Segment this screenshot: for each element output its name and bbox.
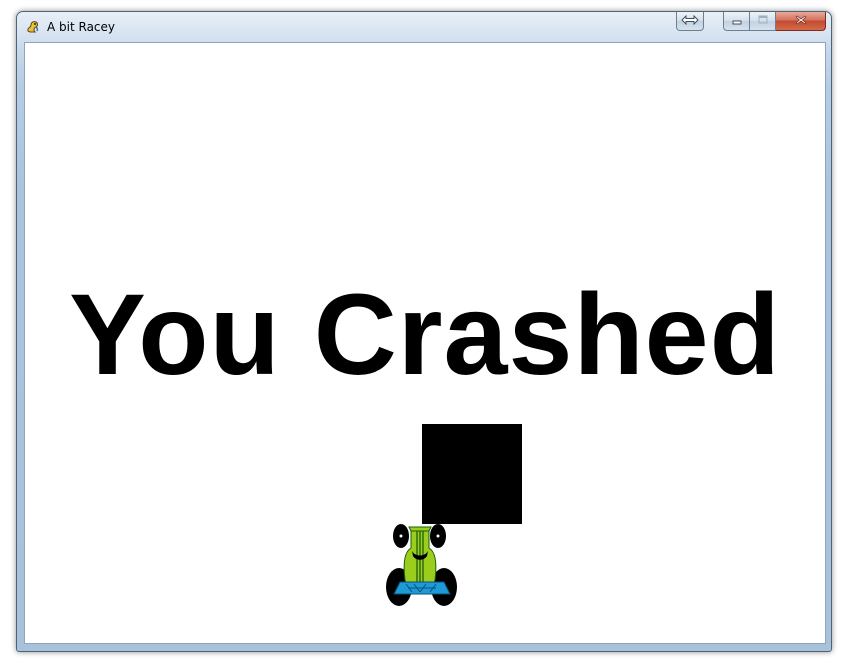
switch-window-button[interactable] [676, 12, 704, 31]
maximize-icon [758, 12, 768, 30]
close-icon [795, 12, 807, 30]
minimize-button[interactable] [723, 12, 750, 31]
crash-message: You Crashed [69, 271, 781, 399]
minimize-icon [732, 12, 742, 30]
close-button[interactable] [776, 12, 826, 31]
player-car [384, 522, 460, 608]
game-window: A bit Racey You Crashed [16, 11, 832, 652]
pygame-snake-icon[interactable] [25, 18, 41, 34]
title-bar[interactable]: A bit Racey [17, 12, 831, 42]
game-canvas[interactable]: You Crashed [24, 42, 826, 644]
double-arrow-icon [681, 12, 699, 30]
obstacle-block [422, 424, 522, 524]
maximize-button[interactable] [750, 12, 776, 31]
window-controls [723, 12, 826, 31]
window-title: A bit Racey [47, 20, 116, 34]
